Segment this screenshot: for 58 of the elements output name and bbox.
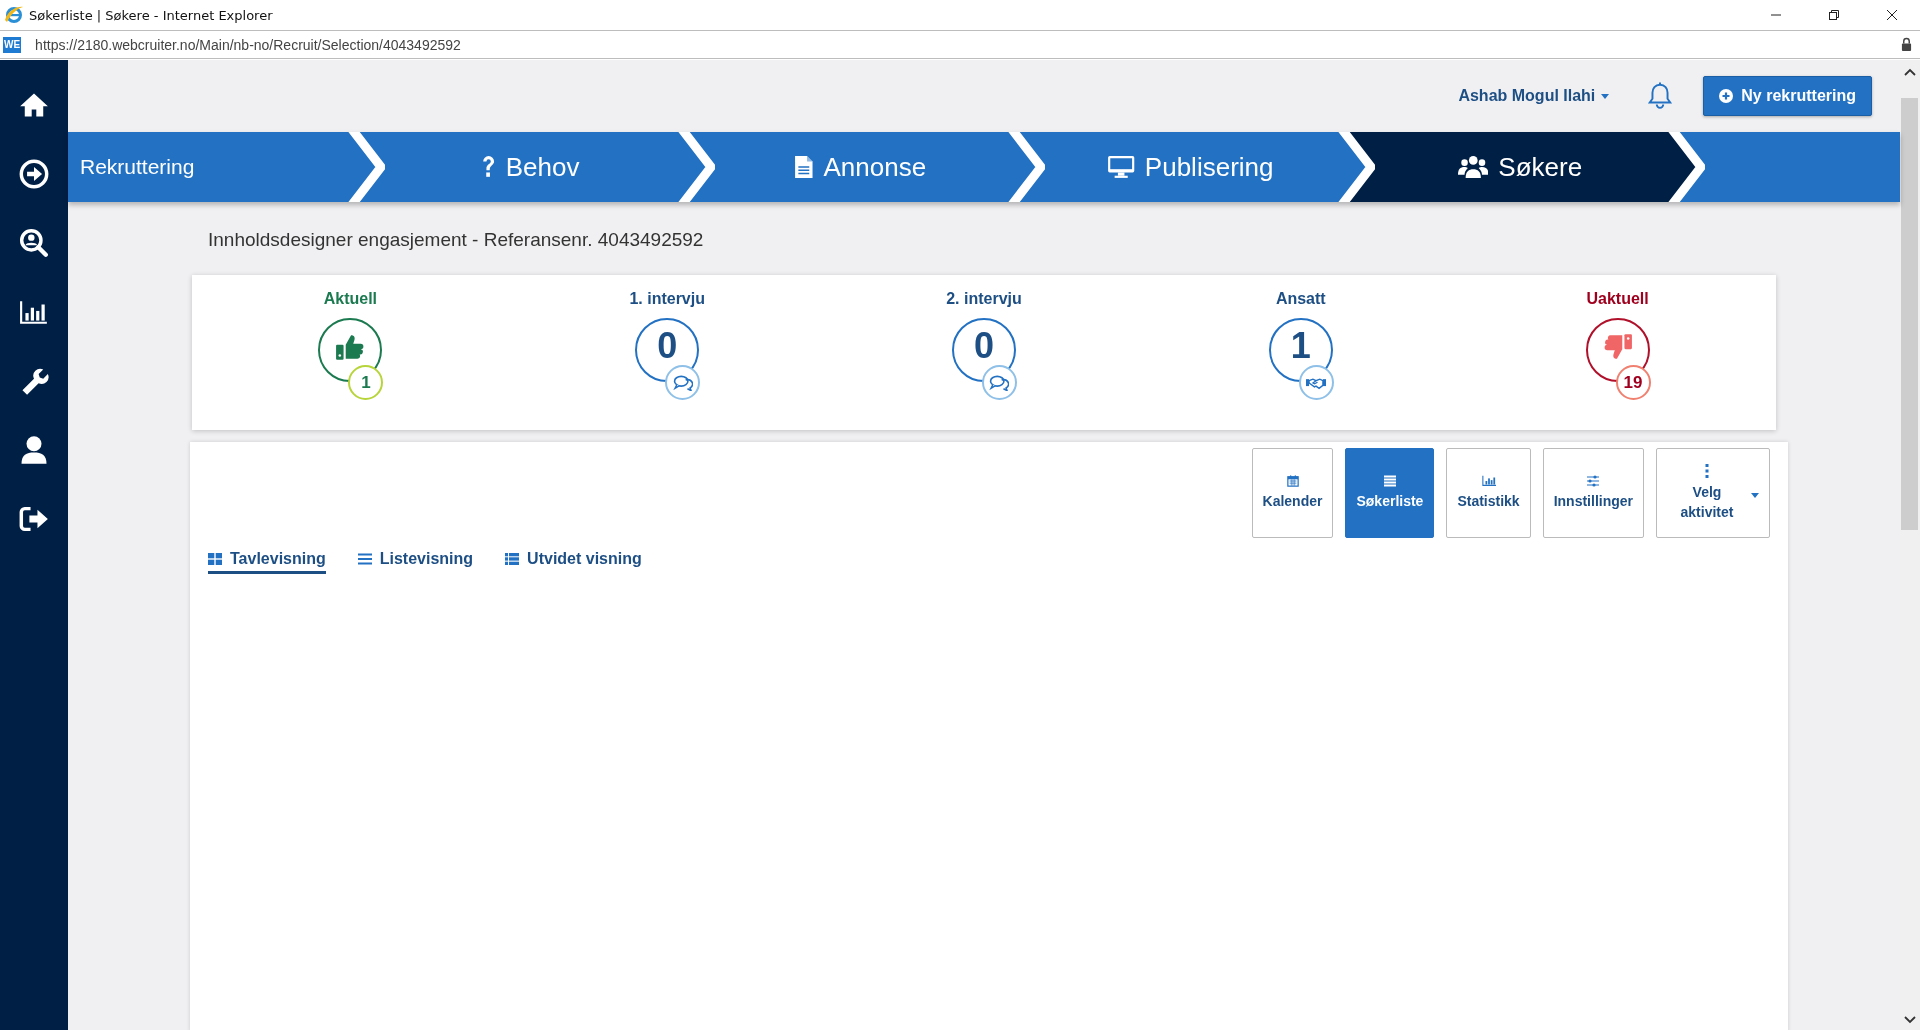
url-field[interactable]: https://2180.webcruiter.no/Main/nb-no/Recruit/Selection/4043492592: [35, 36, 461, 53]
list-icon: [357, 553, 372, 565]
scroll-up-icon[interactable]: [1904, 68, 1916, 76]
table-list-icon: [505, 553, 520, 565]
caret-icon: [1751, 493, 1759, 498]
stage-count: 0: [973, 330, 994, 362]
stage-count: 1: [1290, 330, 1311, 362]
bell-icon[interactable]: [1647, 82, 1674, 110]
view-tab[interactable]: Listevisning: [357, 550, 474, 574]
thumbs-up-icon: [335, 333, 366, 361]
arrow-circle-icon[interactable]: [19, 158, 49, 189]
search-icon[interactable]: [19, 227, 49, 258]
chat-icon: [672, 374, 693, 391]
count-badge: 19: [1615, 365, 1651, 400]
sliders-icon: [1586, 475, 1601, 487]
close-icon[interactable]: [1886, 9, 1898, 21]
window-title: Søkerliste | Søkere - Internet Explorer: [29, 7, 273, 23]
grid-icon: [208, 553, 222, 565]
stage-label: 1. intervju: [629, 290, 705, 309]
user-menu[interactable]: Ashab Mogul Ilahi: [1458, 87, 1610, 105]
chat-icon: [989, 374, 1010, 391]
stage-count: 0: [657, 330, 678, 362]
pipeline-step[interactable]: Annonse: [715, 132, 1005, 202]
toolbar-button[interactable]: Innstillinger: [1542, 448, 1644, 538]
stage-label: Uaktuell: [1586, 290, 1649, 309]
view-tab[interactable]: Tavlevisning: [208, 550, 326, 574]
lock-icon: [1901, 37, 1912, 52]
user-icon[interactable]: [19, 434, 49, 465]
new-recruitment-button[interactable]: Ny rekruttering: [1703, 76, 1872, 116]
site-favicon: WE: [3, 36, 22, 53]
calendar-icon: [1285, 475, 1300, 487]
activity-dropdown[interactable]: Velg aktivitet: [1656, 448, 1770, 538]
pipeline-step[interactable]: Rekruttering: [68, 132, 345, 202]
view-tab[interactable]: Utvidet visning: [505, 550, 642, 574]
scroll-down-icon[interactable]: [1904, 1016, 1916, 1024]
toolbar-button[interactable]: Kalender: [1251, 448, 1334, 538]
users-icon: [1457, 155, 1489, 179]
browser-logo-icon: [4, 5, 24, 25]
list-icon: [1382, 475, 1397, 487]
restore-icon[interactable]: [1828, 9, 1840, 21]
vertical-dots-icon: [1705, 464, 1709, 478]
document-icon: [793, 155, 814, 179]
stage-label: Aktuell: [323, 290, 378, 309]
toolbar-button[interactable]: Statistikk: [1446, 448, 1531, 538]
count-badge: 1: [348, 365, 384, 400]
plus-circle-icon: [1719, 89, 1734, 103]
page-title: Innholdsdesigner engasjement - Referansenr. 4043492592: [207, 228, 705, 252]
scrollbar[interactable]: [1900, 60, 1920, 1030]
scrollbar-thumb[interactable]: [1901, 98, 1918, 530]
pipeline-step[interactable]: Behov: [385, 132, 675, 202]
monitor-icon: [1106, 155, 1135, 179]
stage-label: Ansatt: [1275, 290, 1326, 309]
toolbar-button[interactable]: Søkerliste: [1345, 448, 1435, 538]
bar-chart-icon: [1481, 475, 1496, 487]
question-mark-icon: [480, 155, 496, 179]
stage-label: 2. intervju: [946, 290, 1022, 309]
thumbs-down-icon: [1602, 333, 1633, 361]
caret-icon: [1601, 93, 1610, 99]
